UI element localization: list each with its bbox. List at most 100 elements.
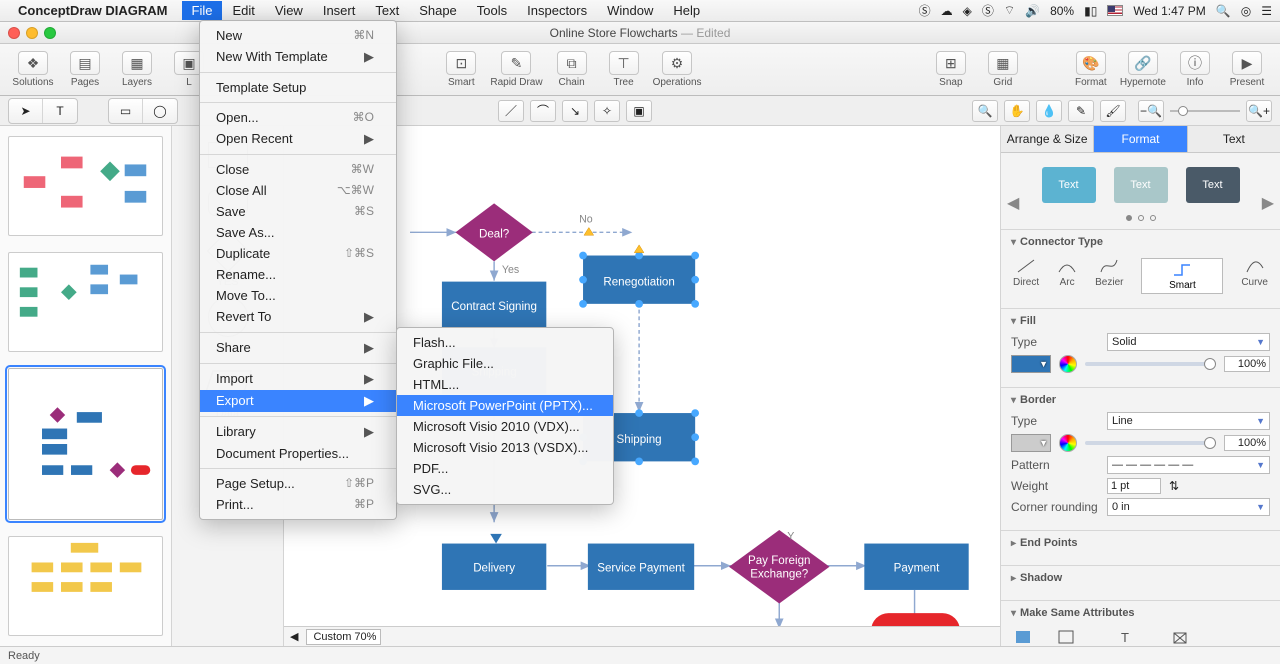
- preset-next[interactable]: ▶: [1262, 193, 1274, 213]
- export-item-html-[interactable]: HTML...: [397, 374, 613, 395]
- tb-chain[interactable]: ⧉Chain: [549, 51, 595, 88]
- menu-item-share[interactable]: Share▶: [200, 337, 396, 359]
- export-item-flash-[interactable]: Flash...: [397, 332, 613, 353]
- page-prev[interactable]: ◀: [290, 630, 298, 643]
- zoom-out[interactable]: −🔍: [1138, 100, 1164, 122]
- status-icon-s[interactable]: Ⓢ: [919, 2, 931, 19]
- menu-item-save-as-[interactable]: Save As...: [200, 222, 396, 243]
- menu-item-template-setup[interactable]: Template Setup: [200, 77, 396, 98]
- conn-smart[interactable]: Smart: [1141, 258, 1223, 294]
- export-item-microsoft-powerpoint-pptx-[interactable]: Microsoft PowerPoint (PPTX)...: [397, 395, 613, 416]
- zoom-in[interactable]: 🔍+: [1246, 100, 1272, 122]
- menu-item-open-[interactable]: Open...⌘O: [200, 107, 396, 128]
- rect-tool[interactable]: ▭: [109, 99, 143, 123]
- border-weight-input[interactable]: 1 pt: [1107, 478, 1161, 494]
- menu-view[interactable]: View: [265, 1, 313, 20]
- wifi-icon[interactable]: ⌔: [1004, 3, 1015, 18]
- menu-tools[interactable]: Tools: [467, 1, 517, 20]
- line-tool[interactable]: ／: [498, 100, 524, 122]
- preset-2[interactable]: Text: [1114, 167, 1168, 203]
- msa-all[interactable]: All: [1170, 629, 1190, 646]
- text-tool[interactable]: T: [43, 99, 77, 123]
- stamp-tool[interactable]: ▣: [626, 100, 652, 122]
- menu-item-close[interactable]: Close⌘W: [200, 159, 396, 180]
- fill-opacity-input[interactable]: 100%: [1224, 356, 1270, 372]
- tb-tree[interactable]: ⊤Tree: [601, 51, 647, 88]
- volume-icon[interactable]: 🔊: [1025, 4, 1040, 18]
- hand-tool[interactable]: ✋: [1004, 100, 1030, 122]
- conn-bezier[interactable]: Bezier: [1095, 258, 1123, 294]
- ellipse-tool[interactable]: ◯: [143, 99, 177, 123]
- tb-snap[interactable]: ⊞Snap: [928, 51, 974, 88]
- tb-solutions[interactable]: ❖Solutions: [10, 51, 56, 88]
- msa-text[interactable]: TText Format: [1099, 629, 1152, 646]
- tab-text[interactable]: Text: [1188, 126, 1280, 152]
- page-thumb-1[interactable]: [8, 136, 163, 236]
- menu-window[interactable]: Window: [597, 1, 663, 20]
- brush-tool[interactable]: 🖌: [1100, 100, 1126, 122]
- menu-item-import[interactable]: Import▶: [200, 368, 396, 390]
- preset-1[interactable]: Text: [1042, 167, 1096, 203]
- menu-insert[interactable]: Insert: [313, 1, 366, 20]
- msa-fill[interactable]: Fill: [1013, 629, 1033, 646]
- connector-tool[interactable]: ↘: [562, 100, 588, 122]
- border-opacity-input[interactable]: 100%: [1224, 435, 1270, 451]
- menu-help[interactable]: Help: [663, 1, 710, 20]
- export-item-microsoft-visio-2013-vsdx-[interactable]: Microsoft Visio 2013 (VSDX)...: [397, 437, 613, 458]
- menu-file[interactable]: File: [182, 1, 223, 20]
- conn-curve[interactable]: Curve: [1241, 258, 1268, 294]
- minimize-window-icon[interactable]: [26, 27, 38, 39]
- tb-grid[interactable]: ▦Grid: [980, 51, 1026, 88]
- arc-tool[interactable]: ⌒: [530, 100, 556, 122]
- menu-inspectors[interactable]: Inspectors: [517, 1, 597, 20]
- border-opacity-slider[interactable]: [1085, 441, 1216, 445]
- tb-hypernote[interactable]: 🔗Hypernote: [1120, 51, 1166, 88]
- preset-3[interactable]: Text: [1186, 167, 1240, 203]
- menu-item-new-with-template[interactable]: New With Template▶: [200, 46, 396, 68]
- zoom-window-icon[interactable]: [44, 27, 56, 39]
- page-thumb-3[interactable]: [8, 368, 163, 520]
- tb-pages[interactable]: ▤Pages: [62, 51, 108, 88]
- menu-item-page-setup-[interactable]: Page Setup...⇧⌘P: [200, 473, 396, 494]
- pen-tool[interactable]: ✎: [1068, 100, 1094, 122]
- eyedropper-tool[interactable]: 💧: [1036, 100, 1062, 122]
- menu-item-export[interactable]: Export▶: [200, 390, 396, 412]
- cloud-icon[interactable]: ☁︎: [941, 4, 953, 18]
- spotlight-icon[interactable]: 🔍: [1216, 4, 1231, 18]
- pointer-tool[interactable]: ➤: [9, 99, 43, 123]
- menu-edit[interactable]: Edit: [222, 1, 264, 20]
- menu-item-move-to-[interactable]: Move To...: [200, 285, 396, 306]
- tab-format[interactable]: Format: [1094, 126, 1187, 152]
- page-thumb-4[interactable]: [8, 536, 163, 636]
- menu-item-close-all[interactable]: Close All⌥⌘W: [200, 180, 396, 201]
- magnify-tool[interactable]: 🔍: [972, 100, 998, 122]
- magic-tool[interactable]: ✧: [594, 100, 620, 122]
- menu-shape[interactable]: Shape: [409, 1, 467, 20]
- tab-arrange[interactable]: Arrange & Size: [1001, 126, 1094, 152]
- tb-rapiddraw[interactable]: ✎Rapid Draw: [490, 51, 542, 88]
- corner-rounding-select[interactable]: 0 in▼: [1107, 498, 1270, 516]
- tb-layers[interactable]: ▦Layers: [114, 51, 160, 88]
- export-item-svg-[interactable]: SVG...: [397, 479, 613, 500]
- dropbox-icon[interactable]: ◈: [963, 4, 972, 18]
- menu-icon[interactable]: ☰: [1261, 4, 1272, 18]
- border-color-picker[interactable]: [1059, 434, 1077, 452]
- clock[interactable]: Wed 1:47 PM: [1133, 4, 1205, 18]
- app-name[interactable]: ConceptDraw DIAGRAM: [18, 3, 168, 18]
- menu-text[interactable]: Text: [365, 1, 409, 20]
- export-item-microsoft-visio-2010-vdx-[interactable]: Microsoft Visio 2010 (VDX)...: [397, 416, 613, 437]
- border-pattern-select[interactable]: — — — — — —▼: [1107, 456, 1270, 474]
- border-color-swatch[interactable]: ▼: [1011, 434, 1051, 452]
- close-window-icon[interactable]: [8, 27, 20, 39]
- siri-icon[interactable]: ◎: [1241, 4, 1251, 18]
- menu-item-rename-[interactable]: Rename...: [200, 264, 396, 285]
- menu-item-print-[interactable]: Print...⌘P: [200, 494, 396, 515]
- preset-prev[interactable]: ◀: [1007, 193, 1019, 213]
- conn-arc[interactable]: Arc: [1057, 258, 1077, 294]
- menu-item-new[interactable]: New⌘N: [200, 25, 396, 46]
- tb-present[interactable]: ▶Present: [1224, 51, 1270, 88]
- export-item-graphic-file-[interactable]: Graphic File...: [397, 353, 613, 374]
- zoom-select[interactable]: Custom 70%: [306, 629, 381, 645]
- skype-icon[interactable]: Ⓢ: [982, 2, 994, 19]
- flag-icon[interactable]: [1107, 5, 1123, 16]
